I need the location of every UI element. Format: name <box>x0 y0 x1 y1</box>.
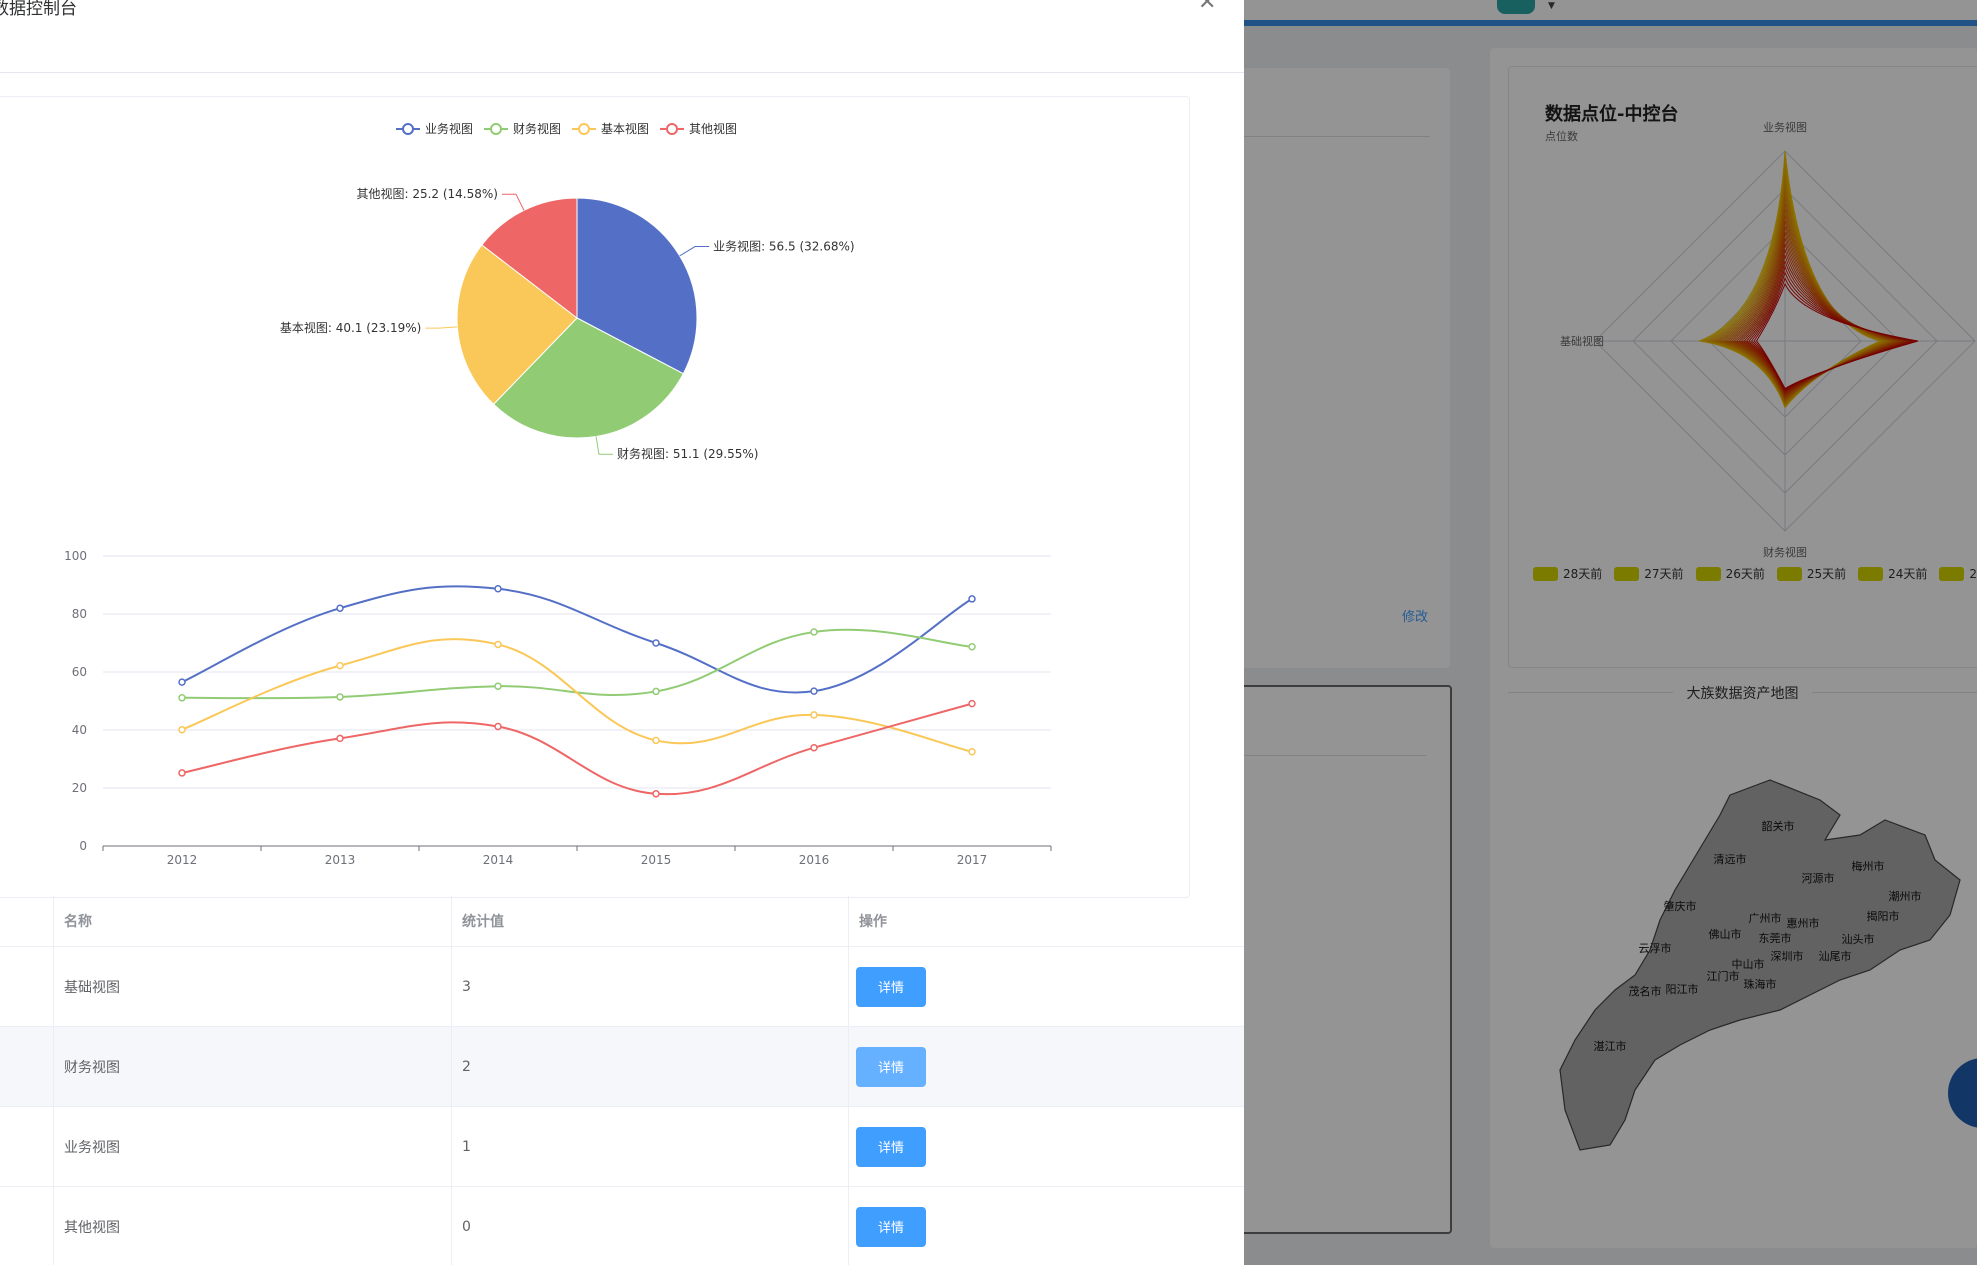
detail-button[interactable]: 详情 <box>856 1206 926 1247</box>
row-value: 0 <box>451 1187 848 1265</box>
x-tick-label: 2017 <box>957 853 988 867</box>
x-tick-label: 2016 <box>799 853 830 867</box>
data-point <box>336 693 344 701</box>
data-point <box>494 682 502 690</box>
y-tick-label: 100 <box>64 549 87 563</box>
data-point <box>652 687 660 696</box>
data-point <box>810 628 818 636</box>
close-icon[interactable]: ✕ <box>1198 0 1216 15</box>
detail-button[interactable]: 详情 <box>856 966 926 1007</box>
data-point <box>178 769 186 777</box>
x-tick-label: 2013 <box>325 853 356 867</box>
data-point <box>652 736 660 745</box>
row-value: 3 <box>451 947 848 1026</box>
data-point <box>494 640 502 649</box>
data-point <box>336 604 344 612</box>
row-action-cell: 详情 <box>848 1107 1244 1186</box>
row-action-cell: 详情 <box>848 947 1244 1026</box>
data-point <box>810 743 818 752</box>
header-name: 名称 <box>53 896 451 946</box>
legend-label: 其他视图 <box>689 121 737 136</box>
legend-label: 财务视图 <box>513 121 561 136</box>
pie-label: 其他视图: 25.2 (14.58%) <box>356 186 498 201</box>
legend-item: 财务视图 <box>484 121 561 136</box>
pie-label-line <box>501 193 525 211</box>
pie-label-line <box>595 436 613 455</box>
y-tick-label: 80 <box>72 607 87 621</box>
stats-table: 名称 统计值 操作 基础视图 3 详情 财务视图 2 详情 业务视图 1 详情 … <box>0 896 1244 1265</box>
drawer-title: 数据控制台 <box>0 0 77 19</box>
legend-marker <box>578 123 590 135</box>
data-point <box>968 595 976 603</box>
data-point <box>968 699 976 708</box>
x-tick-label: 2012 <box>167 853 198 867</box>
y-tick-label: 0 <box>79 839 87 853</box>
header-value: 统计值 <box>451 896 848 946</box>
data-point <box>178 694 186 702</box>
pie-label: 业务视图: 56.5 (32.68%) <box>713 239 855 254</box>
legend-marker <box>402 123 414 135</box>
table-row: 其他视图 0 详情 <box>0 1187 1244 1265</box>
data-point <box>494 585 502 593</box>
data-point <box>178 678 186 686</box>
data-point <box>178 725 186 734</box>
pie-label-line <box>425 326 458 329</box>
row-name: 基础视图 <box>53 947 451 1026</box>
series-line <box>181 585 973 694</box>
header-action: 操作 <box>848 896 1244 946</box>
table-header-row: 名称 统计值 操作 <box>0 896 1244 947</box>
table-row: 业务视图 1 详情 <box>0 1107 1244 1187</box>
y-tick-label: 20 <box>72 781 87 795</box>
legend-label: 业务视图 <box>425 121 473 136</box>
data-point <box>968 643 976 651</box>
legend-item: 业务视图 <box>396 121 473 136</box>
table-row: 财务视图 2 详情 <box>0 1027 1244 1107</box>
data-point <box>494 722 502 731</box>
data-point <box>968 748 976 756</box>
legend-item: 基本视图 <box>572 121 649 136</box>
legend-item: 其他视图 <box>660 121 737 136</box>
pie-label-line <box>679 246 710 257</box>
data-point <box>652 639 660 647</box>
data-point <box>810 711 818 719</box>
pie-label: 基本视图: 40.1 (23.19%) <box>280 320 422 335</box>
legend-marker <box>490 123 502 135</box>
series-line <box>181 638 973 753</box>
legend-label: 基本视图 <box>601 121 649 136</box>
data-point <box>336 734 344 743</box>
row-action-cell: 详情 <box>848 1027 1244 1106</box>
row-value: 1 <box>451 1107 848 1186</box>
data-point <box>652 790 660 798</box>
detail-button[interactable]: 详情 <box>856 1046 926 1087</box>
legend-marker <box>666 123 678 135</box>
y-tick-label: 60 <box>72 665 87 679</box>
data-point <box>336 661 344 670</box>
data-point <box>810 687 818 695</box>
chart-card: 业务视图 财务视图 基本视图 其他视图业务视图: 56.5 (32.68%) 财务视图:… <box>0 96 1190 898</box>
row-action-cell: 详情 <box>848 1187 1244 1265</box>
y-tick-label: 40 <box>72 723 87 737</box>
table-row: 基础视图 3 详情 <box>0 947 1244 1027</box>
row-name: 其他视图 <box>53 1187 451 1265</box>
row-name: 财务视图 <box>53 1027 451 1106</box>
data-console-drawer: 数据控制台 ✕ 业务视图 财务视图 基本视图 其他视图 业务视图: 56.5 (32.6… <box>0 0 1244 1265</box>
row-value: 2 <box>451 1027 848 1106</box>
detail-button[interactable]: 详情 <box>856 1126 926 1167</box>
series-line <box>181 628 973 700</box>
drawer-header-divider <box>0 72 1244 73</box>
x-tick-label: 2015 <box>641 853 672 867</box>
series-line <box>181 702 973 796</box>
x-tick-label: 2014 <box>483 853 514 867</box>
charts-canvas: 业务视图 财务视图 基本视图 其他视图业务视图: 56.5 (32.68%) 财务视图:… <box>64 121 1052 867</box>
row-name: 业务视图 <box>53 1107 451 1186</box>
pie-label: 财务视图: 51.1 (29.55%) <box>617 446 759 461</box>
